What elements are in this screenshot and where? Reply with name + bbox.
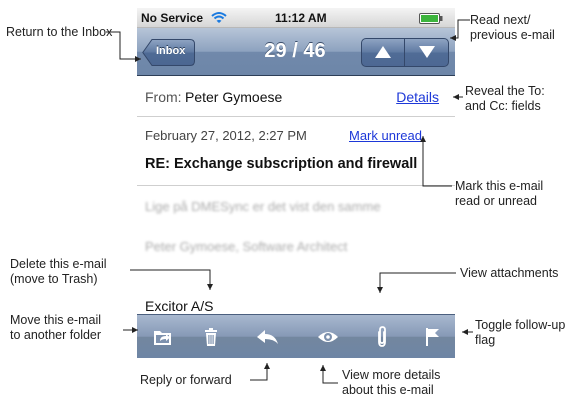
email-date: February 27, 2012, 2:27 PM bbox=[145, 128, 307, 143]
message-counter: 29 / 46 bbox=[264, 40, 326, 62]
status-bar: No Service 11:12 AM bbox=[137, 8, 455, 28]
callout-reply: Reply or forward bbox=[140, 373, 232, 388]
from-header: From: Peter Gymoese Details bbox=[137, 77, 455, 117]
flag-icon bbox=[426, 328, 439, 346]
callout-mark-unread: Mark this e-mail read or unread bbox=[455, 179, 543, 209]
reply-icon bbox=[257, 330, 278, 344]
battery-icon bbox=[419, 13, 443, 24]
inbox-back-label: Inbox bbox=[156, 45, 186, 57]
callout-read-next: Read next/ previous e-mail bbox=[470, 13, 555, 43]
callout-text: Toggle follow-up bbox=[475, 318, 566, 332]
callout-text: (move to Trash) bbox=[10, 272, 98, 286]
callout-text: View more details bbox=[342, 368, 441, 382]
folder-move-icon bbox=[154, 331, 171, 345]
date-subject-header: February 27, 2012, 2:27 PM Mark unread R… bbox=[137, 118, 455, 186]
callout-follow-up-flag: Toggle follow-up flag bbox=[475, 318, 565, 348]
callout-text: flag bbox=[475, 333, 496, 347]
callout-text: Move this e-mail bbox=[10, 313, 101, 327]
callout-text: Reply or forward bbox=[140, 373, 232, 387]
callout-view-more: View more details about this e-mail bbox=[342, 368, 440, 396]
previous-email-button[interactable] bbox=[362, 39, 405, 66]
callout-text: Reveal the To: bbox=[465, 84, 545, 98]
inbox-back-button[interactable]: Inbox bbox=[142, 39, 195, 66]
wifi-icon bbox=[211, 11, 227, 24]
email-toolbar bbox=[137, 314, 455, 358]
paperclip-icon bbox=[378, 326, 386, 347]
callout-delete: Delete this e-mail (move to Trash) bbox=[10, 257, 107, 287]
body-signature-line: Peter Gymoese, Software Architect bbox=[145, 239, 348, 254]
view-details-button[interactable] bbox=[313, 322, 343, 352]
callout-text: to another folder bbox=[10, 328, 102, 342]
callout-text: previous e-mail bbox=[470, 28, 555, 42]
sender-name: Peter Gymoese bbox=[185, 89, 283, 105]
callout-view-attachments: View attachments bbox=[460, 266, 558, 281]
delete-button[interactable] bbox=[196, 322, 226, 352]
callout-text: about this e-mail bbox=[342, 383, 434, 396]
callout-text: and Cc: fields bbox=[465, 99, 541, 113]
navigation-bar: Inbox 29 / 46 bbox=[137, 28, 455, 76]
email-body: Lige på DMESync er det vist den samme Pe… bbox=[137, 187, 455, 322]
callout-text: read or unread bbox=[455, 194, 538, 208]
callout-text: Mark this e-mail bbox=[455, 179, 544, 193]
follow-up-flag-button[interactable] bbox=[417, 322, 447, 352]
mark-unread-link[interactable]: Mark unread bbox=[349, 128, 422, 143]
arrow-up-icon bbox=[375, 46, 391, 58]
from-label: From: bbox=[145, 89, 182, 105]
callout-text: Read next/ bbox=[470, 13, 531, 27]
reply-forward-button[interactable] bbox=[253, 322, 283, 352]
eye-icon bbox=[318, 332, 338, 342]
view-attachments-button[interactable] bbox=[367, 322, 397, 352]
callout-move-folder: Move this e-mail to another folder bbox=[10, 313, 101, 343]
callout-return-inbox: Return to the Inbox bbox=[6, 25, 112, 40]
body-company-line: Excitor A/S bbox=[145, 298, 214, 314]
details-link[interactable]: Details bbox=[396, 89, 439, 105]
trash-icon bbox=[205, 328, 217, 346]
status-clock: 11:12 AM bbox=[275, 11, 327, 25]
email-subject: RE: Exchange subscription and firewall bbox=[145, 156, 418, 172]
callout-text: View attachments bbox=[460, 266, 559, 280]
arrow-down-icon bbox=[419, 46, 435, 58]
next-email-button[interactable] bbox=[406, 39, 448, 66]
callout-text: Return to the Inbox bbox=[6, 25, 113, 39]
phone-screen: No Service 11:12 AM Inbox 29 / 46 From: … bbox=[137, 8, 455, 396]
carrier-label: No Service bbox=[141, 11, 204, 25]
body-text-line: Lige på DMESync er det vist den samme bbox=[145, 199, 381, 214]
callout-reveal-fields: Reveal the To: and Cc: fields bbox=[465, 84, 545, 114]
message-navigator bbox=[361, 38, 449, 67]
callout-text: Delete this e-mail bbox=[10, 257, 107, 271]
move-to-folder-button[interactable] bbox=[149, 322, 179, 352]
arrowhead bbox=[462, 329, 468, 335]
